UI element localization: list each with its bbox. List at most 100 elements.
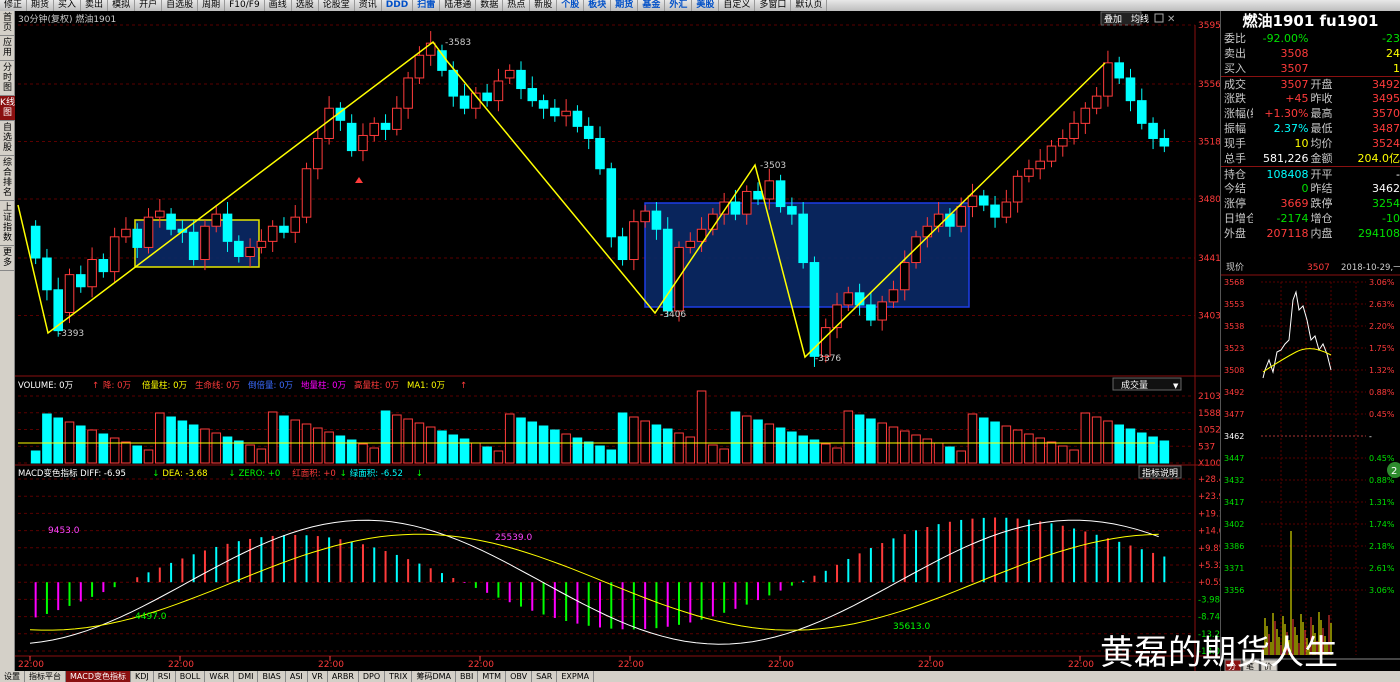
toolbar-item[interactable]: 自定义 xyxy=(719,0,756,11)
indicator-tab[interactable]: DMI xyxy=(234,671,259,682)
toolbar-item[interactable]: DDD xyxy=(382,0,414,11)
toolbar-item[interactable]: 模拟 xyxy=(108,0,136,11)
quote-l2 xyxy=(1311,46,1345,61)
close-icon[interactable]: ✕ xyxy=(1167,14,1175,25)
toolbar-item[interactable]: 选股 xyxy=(292,0,319,11)
quote-l: 涨停 xyxy=(1224,197,1246,210)
candle-body xyxy=(234,240,244,257)
toolbar-item[interactable]: 个股 xyxy=(557,0,585,11)
intraday-chart[interactable]: 现价 3507 2018-10-29,一 3568 3.06% 3553 2.63% 3538… xyxy=(1221,260,1400,672)
nav-item[interactable]: 应用 xyxy=(0,36,15,61)
toolbar-item[interactable]: F10/F9 xyxy=(225,0,265,11)
quote-v2: 3462 xyxy=(1372,182,1400,195)
indicator-tab[interactable]: MTM xyxy=(478,671,507,682)
toolbar-item[interactable]: 数据 xyxy=(476,0,504,11)
indicator-tab[interactable]: OBV xyxy=(506,671,533,682)
indicator-tab[interactable]: 筹码DMA xyxy=(412,671,457,682)
nav-item[interactable]: 自选股 xyxy=(0,121,15,156)
volume-bar xyxy=(98,433,109,464)
quote-v2: 3495 xyxy=(1372,92,1400,105)
candle-body xyxy=(606,168,617,238)
candle-body xyxy=(561,110,571,117)
intraday-panel[interactable]: 现价 3507 2018-10-29,一 3568 3.06% 3553 2.63% 3538… xyxy=(1220,260,1400,672)
volume-bar xyxy=(132,445,143,464)
indicator-tab[interactable]: ASI xyxy=(286,671,308,682)
toolbar-item[interactable]: 开户 xyxy=(135,0,163,11)
volume-bar xyxy=(911,434,921,464)
quote-l2: 增仓 xyxy=(1310,212,1333,225)
quote-row: 成交 3507 开盘 3492 xyxy=(1221,76,1400,91)
nav-item[interactable]: 分时图 xyxy=(0,61,15,96)
toolbar-item[interactable]: 外汇 xyxy=(665,0,693,11)
indicator-tab[interactable]: W&R xyxy=(205,671,235,682)
candle-body xyxy=(866,304,876,321)
indicator-tab[interactable]: VR xyxy=(308,671,328,682)
toolbar-item[interactable]: 基金 xyxy=(638,0,666,11)
nav-item[interactable]: 更多 xyxy=(0,246,15,271)
toolbar-item[interactable]: 买入 xyxy=(54,0,82,11)
nav-item[interactable]: K线图 xyxy=(0,96,15,121)
candle-body xyxy=(527,88,538,102)
toolbar-item[interactable]: 期货 xyxy=(27,0,55,11)
macd-header-item: ↓ xyxy=(416,469,423,479)
volume-bar xyxy=(696,390,707,464)
quote-row: 现手 10 均价 3524 xyxy=(1221,136,1400,151)
indicator-tab[interactable]: DPO xyxy=(359,671,386,682)
indicator-tab[interactable]: EXPMA xyxy=(557,671,595,682)
indicator-tab[interactable]: 指标平台 xyxy=(25,671,66,682)
candle-body xyxy=(358,134,368,152)
chart-header: 30分钟(复权) 燃油1901 xyxy=(18,13,116,25)
toolbar-item[interactable]: 修正 xyxy=(0,0,28,11)
toolbar-item[interactable]: 热点 xyxy=(503,0,531,11)
intraday-price-label: 3492 xyxy=(1224,388,1244,397)
macd-axis-label: -3.98 xyxy=(1198,595,1220,605)
indicator-tab[interactable]: BBI xyxy=(456,671,479,682)
intraday-price-label: 3371 xyxy=(1224,564,1244,573)
volume-bar xyxy=(256,448,267,464)
toolbar-item[interactable]: 期货 xyxy=(611,0,639,11)
indicator-tab[interactable]: SAR xyxy=(532,671,558,682)
contract-title: 燃油1901 fu1901 xyxy=(1242,12,1379,30)
quote-v2: 3524 xyxy=(1372,137,1400,150)
toolbar-item[interactable]: 陆港通 xyxy=(440,0,477,11)
toolbar-item[interactable]: 扫雷 xyxy=(413,0,441,11)
toolbar-item[interactable]: 画线 xyxy=(265,0,292,11)
overlay-button[interactable]: 叠加 xyxy=(1104,14,1122,25)
nav-item[interactable]: 上证指数 xyxy=(0,201,15,246)
now-price-value: 3507 xyxy=(1307,263,1330,273)
toolbar-item[interactable]: 新股 xyxy=(530,0,558,11)
indicator-tab[interactable]: BOLL xyxy=(176,671,206,682)
volume-bar xyxy=(42,413,52,464)
ma-button[interactable]: 均线 xyxy=(1131,13,1149,25)
indicator-tab[interactable]: KDJ xyxy=(131,671,154,682)
candle-body xyxy=(583,125,594,139)
macd-axis-label: +23.90 xyxy=(1198,492,1220,502)
intraday-price-label: 3356 xyxy=(1224,586,1244,595)
toolbar-item[interactable]: 默认页 xyxy=(791,0,828,11)
kline-chart[interactable]: 30分钟(复权) 燃油1901 叠加 均线 ✕ -3393 -3583 -3406 -… xyxy=(15,11,1229,671)
chart-area[interactable]: 30分钟(复权) 燃油1901 叠加 均线 ✕ -3393 -3583 -3406 -… xyxy=(15,11,1229,671)
price-axis-label: 3595 xyxy=(1198,21,1220,31)
toolbar-item[interactable]: 美股 xyxy=(692,0,720,11)
toolbar-item[interactable]: 论股堂 xyxy=(319,0,355,11)
toolbar-item[interactable]: 周期 xyxy=(198,0,226,11)
indicator-tab[interactable]: 设置 xyxy=(0,671,25,682)
volume-bar xyxy=(978,417,989,464)
macd-axis-label: +19.14 xyxy=(1198,509,1220,519)
toolbar-item[interactable]: 卖出 xyxy=(81,0,109,11)
indicator-tab[interactable]: BIAS xyxy=(258,671,286,682)
candle-body xyxy=(267,225,278,242)
indicator-tab[interactable]: RSI xyxy=(154,671,176,682)
toolbar-item[interactable]: 多窗口 xyxy=(755,0,792,11)
indicator-tab[interactable]: ARBR xyxy=(328,671,359,682)
indicator-tab[interactable]: TRIX xyxy=(385,671,413,682)
intraday-price-label: 3462 xyxy=(1224,432,1244,441)
toolbar-item[interactable]: 自选股 xyxy=(162,0,199,11)
toolbar-item[interactable]: 资讯 xyxy=(355,0,382,11)
indicator-tab[interactable]: MACD变色指标 xyxy=(66,671,131,682)
nav-item[interactable]: 综合排名 xyxy=(0,156,15,201)
volume-bar xyxy=(1114,424,1124,464)
nav-item[interactable]: 首页 xyxy=(0,11,15,36)
candle-body xyxy=(798,213,808,264)
toolbar-item[interactable]: 板块 xyxy=(584,0,612,11)
